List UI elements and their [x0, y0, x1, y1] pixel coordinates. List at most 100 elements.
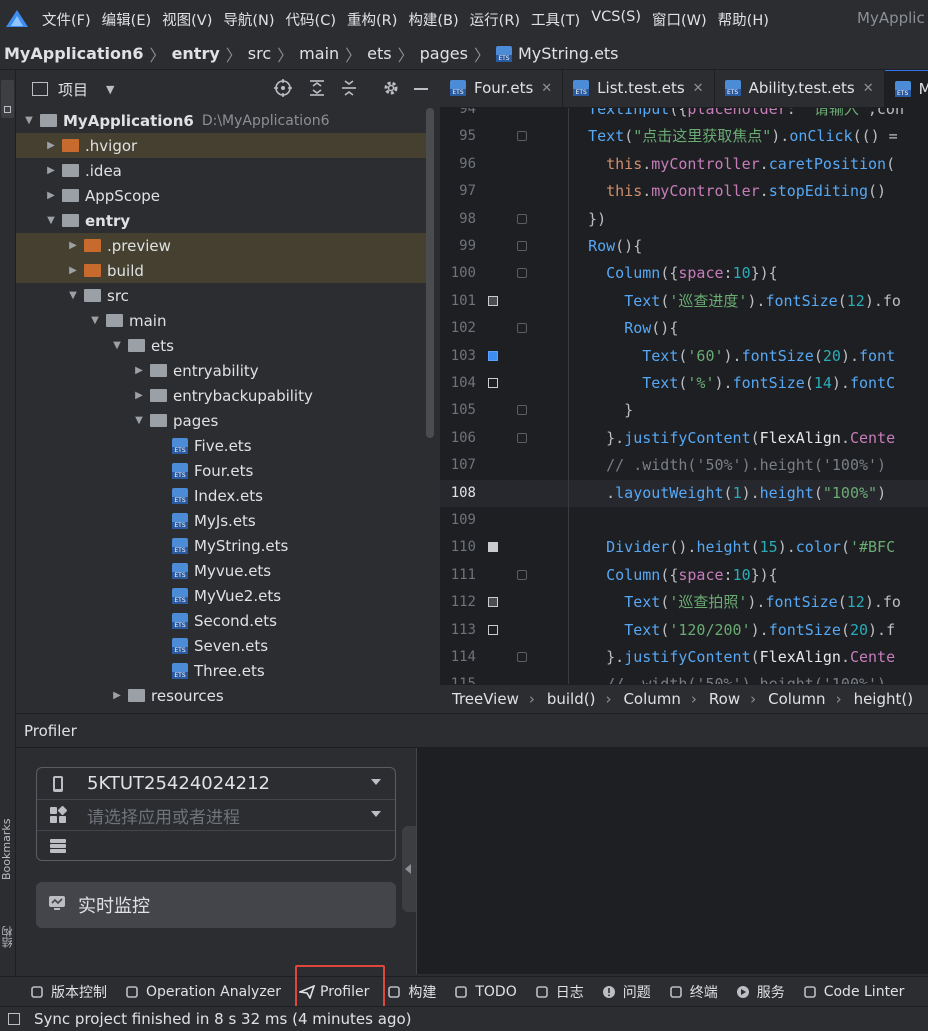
editor-tab[interactable]: Four.ets ✕: [440, 70, 564, 107]
tree-file-item[interactable]: Five.ets: [16, 433, 426, 458]
fold-marker-icon[interactable]: [517, 268, 527, 279]
tree-file-item[interactable]: Four.ets: [16, 458, 426, 483]
tree-folder-item[interactable]: ▼ main: [16, 308, 426, 333]
fold-marker-icon[interactable]: [517, 432, 527, 443]
color-swatch-icon[interactable]: [488, 378, 498, 388]
color-swatch-icon[interactable]: [488, 350, 498, 361]
color-swatch-icon[interactable]: [488, 295, 498, 306]
code-line[interactable]: 105 }: [440, 397, 928, 424]
fold-marker-icon[interactable]: [517, 241, 527, 251]
tree-folder-item[interactable]: ▶ resources: [16, 683, 426, 708]
chevron-down-icon[interactable]: ▼: [132, 415, 146, 426]
editor-tab[interactable]: Ability.test.ets ✕: [715, 70, 885, 107]
code-line[interactable]: 94 TextInput({placeholder: '请输入',con: [440, 108, 928, 123]
code-line[interactable]: 97 this.myController.stopEditing(): [440, 178, 928, 205]
session-row[interactable]: [37, 830, 395, 861]
chevron-down-icon[interactable]: ▼: [44, 215, 58, 226]
tool-hammer[interactable]: 构建: [387, 982, 436, 1002]
realtime-monitor-button[interactable]: 实时监控: [36, 882, 396, 928]
chevron-right-icon[interactable]: ▶: [132, 390, 146, 401]
chevron-right-icon[interactable]: ▶: [132, 365, 146, 376]
chevron-down-icon[interactable]: ▼: [22, 115, 36, 126]
code-line[interactable]: 114 }.justifyContent(FlexAlign.Cente: [440, 644, 928, 671]
fold-marker-icon[interactable]: [517, 323, 527, 334]
code-line[interactable]: 112 Text('巡查拍照').fontSize(12).fo: [440, 589, 928, 616]
fold-marker-icon[interactable]: [517, 405, 527, 416]
editor-tab[interactable]: List.test.ets ✕: [563, 70, 715, 107]
project-tree-scrollbar[interactable]: [426, 108, 434, 438]
code-line[interactable]: 107 // .width('50%').height('100%'): [440, 452, 928, 479]
structure-crumb[interactable]: Column: [623, 690, 680, 708]
code-line[interactable]: 99 Row(){: [440, 233, 928, 260]
tree-file-item[interactable]: Myvue.ets: [16, 558, 426, 583]
close-icon[interactable]: ✕: [863, 81, 874, 96]
tree-file-item[interactable]: Second.ets: [16, 608, 426, 633]
chevron-down-icon[interactable]: ▼: [106, 83, 114, 96]
tree-file-item[interactable]: MyString.ets: [16, 533, 426, 558]
structure-crumb[interactable]: TreeView: [452, 690, 519, 708]
breadcrumb-item[interactable]: ets: [367, 44, 391, 63]
menu-item[interactable]: 工具(T): [531, 9, 580, 30]
status-widget-icon[interactable]: [8, 1013, 20, 1025]
tree-file-item[interactable]: Index.ets: [16, 483, 426, 508]
menu-item[interactable]: 窗口(W): [652, 9, 707, 30]
menu-item[interactable]: VCS(S): [591, 9, 641, 30]
breadcrumb-item[interactable]: MyApplication6: [4, 44, 144, 63]
tree-folder-item[interactable]: ▶ AppScope: [16, 183, 426, 208]
tree-file-item[interactable]: MyJs.ets: [16, 508, 426, 533]
fold-marker-icon[interactable]: [517, 131, 527, 142]
breadcrumb-item[interactable]: main: [299, 44, 339, 63]
expand-all-icon[interactable]: [308, 79, 326, 101]
process-select[interactable]: 请选择应用或者进程: [37, 799, 395, 830]
breadcrumb-item[interactable]: MyString.ets: [518, 44, 619, 63]
device-select[interactable]: 5KTUT25424024212: [37, 768, 395, 799]
minimize-icon[interactable]: [414, 88, 428, 90]
code-line[interactable]: 101 Text('巡查进度').fontSize(12).fo: [440, 288, 928, 315]
tree-folder-item[interactable]: ▼ entry: [16, 208, 426, 233]
menu-item[interactable]: 视图(V): [162, 9, 212, 30]
code-line[interactable]: 111 Column({space:10}){: [440, 562, 928, 589]
tool-warning[interactable]: 问题: [602, 982, 651, 1002]
tree-folder-item[interactable]: ▼ src: [16, 283, 426, 308]
tree-folder-item[interactable]: ▼ MyApplication6 D:\MyApplication6: [16, 108, 426, 133]
menu-item[interactable]: 重构(R): [347, 9, 397, 30]
code-line[interactable]: 104 Text('%').fontSize(14).fontC: [440, 370, 928, 397]
tool-play[interactable]: 服务: [736, 982, 785, 1002]
collapse-all-icon[interactable]: [340, 79, 358, 101]
tree-folder-item[interactable]: ▶ .preview: [16, 233, 426, 258]
tree-file-item[interactable]: MyVue2.ets: [16, 583, 426, 608]
tool-terminal[interactable]: 终端: [669, 982, 718, 1002]
code-line[interactable]: 113 Text('120/200').fontSize(20).f: [440, 617, 928, 644]
chevron-right-icon[interactable]: ▶: [66, 240, 80, 251]
tree-folder-item[interactable]: ▼ pages: [16, 408, 426, 433]
fold-marker-icon[interactable]: [517, 569, 527, 580]
code-editor[interactable]: 94 TextInput({placeholder: '请输入',con 95 T…: [440, 108, 928, 684]
structure-crumb[interactable]: Column: [768, 690, 825, 708]
collapse-sidebar-handle[interactable]: [402, 826, 416, 912]
code-line[interactable]: 95 Text("点击这里获取焦点").onClick(() =: [440, 123, 928, 150]
project-tool-button[interactable]: [1, 80, 14, 118]
breadcrumb-item[interactable]: pages: [420, 44, 468, 63]
menu-item[interactable]: 导航(N): [223, 9, 274, 30]
menu-item[interactable]: 帮助(H): [718, 9, 769, 30]
bookmarks-tool-button[interactable]: Bookmarks: [0, 800, 16, 880]
locate-icon[interactable]: [274, 79, 292, 101]
tool-code-linter[interactable]: Code Linter: [803, 984, 904, 1000]
chevron-right-icon[interactable]: ▶: [44, 165, 58, 176]
breadcrumb-item[interactable]: src: [248, 44, 271, 63]
structure-crumb[interactable]: build(): [547, 690, 596, 708]
close-icon[interactable]: ✕: [693, 81, 704, 96]
chevron-right-icon[interactable]: ▶: [66, 265, 80, 276]
tree-folder-item[interactable]: ▼ ets: [16, 333, 426, 358]
code-line[interactable]: 110 Divider().height(15).color('#BFC: [440, 534, 928, 561]
code-line[interactable]: 102 Row(){: [440, 315, 928, 342]
close-icon[interactable]: ✕: [541, 81, 552, 96]
tool-list[interactable]: TODO: [454, 984, 517, 1000]
code-line[interactable]: 109: [440, 507, 928, 534]
chevron-right-icon[interactable]: ▶: [110, 690, 124, 701]
code-line[interactable]: 98 }): [440, 206, 928, 233]
code-line[interactable]: 108 .layoutWeight(1).height("100%"): [440, 479, 928, 507]
fold-marker-icon[interactable]: [517, 652, 527, 662]
color-swatch-icon[interactable]: [488, 597, 498, 608]
editor-tab[interactable]: M: [884, 70, 928, 107]
